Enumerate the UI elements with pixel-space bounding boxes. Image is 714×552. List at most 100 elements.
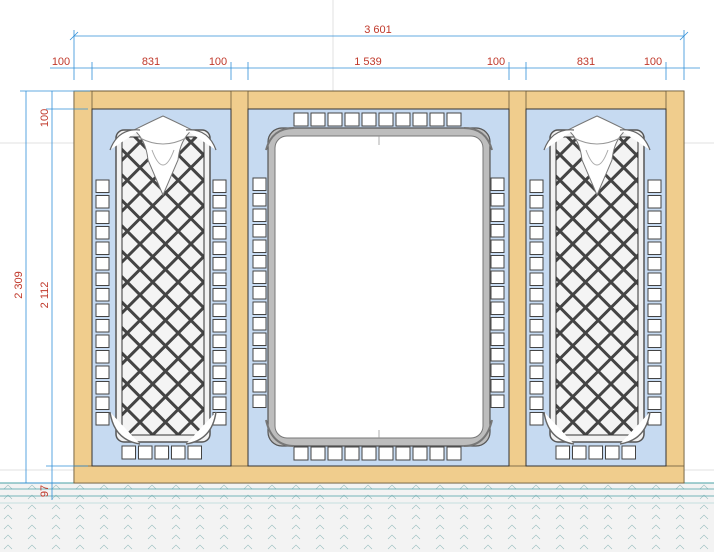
border-tile [647,195,662,209]
border-tile [212,210,227,224]
border-tile [490,177,505,191]
dim-post-2: 100 [209,56,227,68]
border-tile [490,224,505,238]
border-tile [95,319,110,333]
border-tile [647,334,662,348]
border-tile [95,412,110,426]
border-tile [529,179,544,193]
dim-center-panel: 1 539 [354,56,382,68]
border-tile [490,208,505,222]
border-tile [572,445,587,460]
border-tile [95,210,110,224]
dim-left-panel: 831 [142,56,160,68]
dim-post-3: 100 [487,56,505,68]
border-tile [344,112,360,127]
border-tile [212,396,227,410]
border-tile [378,112,394,127]
border-tile [212,288,227,302]
dim-right-post: 100 [644,56,662,68]
border-tile [490,332,505,346]
border-tile [310,112,326,127]
border-tile [529,303,544,317]
border-tile [529,381,544,395]
border-tile [293,112,309,127]
border-tile [95,226,110,240]
border-tile [361,112,377,127]
border-tile [647,303,662,317]
center-mirror [267,127,491,447]
border-tile [529,334,544,348]
border-tile [95,334,110,348]
border-tile [95,195,110,209]
border-tile [95,288,110,302]
border-tile [171,445,186,460]
border-tile [252,286,267,300]
border-tile [446,446,462,461]
border-tile [95,365,110,379]
border-tile [212,303,227,317]
border-tile [95,241,110,255]
border-tile [429,446,445,461]
border-tile [252,301,267,315]
border-tile [252,270,267,284]
border-tile [490,317,505,331]
border-tile [490,394,505,408]
border-tile [95,396,110,410]
border-tile [212,365,227,379]
border-tile [395,112,411,127]
border-tile [529,319,544,333]
border-tile [187,445,202,460]
border-tile [647,179,662,193]
border-tile [529,241,544,255]
border-tile [252,394,267,408]
border-tile [555,445,570,460]
dim-right-panel: 831 [577,56,595,68]
border-tile [252,332,267,346]
dim-total-height: 2 309 [13,271,25,299]
floor-slab [0,482,714,552]
border-tile [310,446,326,461]
border-tile [212,179,227,193]
border-tile [529,226,544,240]
border-tile [95,303,110,317]
border-tile [588,445,603,460]
border-tile [647,319,662,333]
border-tile [490,239,505,253]
border-tile [95,381,110,395]
border-tile [490,379,505,393]
border-tile [252,379,267,393]
border-tile [212,272,227,286]
border-tile [490,348,505,362]
border-tile [647,241,662,255]
border-tile [529,412,544,426]
border-tile [252,224,267,238]
border-tile [647,381,662,395]
elevation-drawing: 3 601 100 831 100 1 539 100 831 100 2 30… [0,0,714,552]
border-tile [212,257,227,271]
border-tile [529,257,544,271]
border-tile [95,272,110,286]
border-tile [212,381,227,395]
border-tile [293,446,309,461]
border-tile [529,396,544,410]
border-tile [490,286,505,300]
border-tile [378,446,394,461]
border-tile [252,317,267,331]
border-tile [252,255,267,269]
border-tile [647,210,662,224]
dim-top-rail: 100 [39,109,51,127]
dim-inner-height: 2 112 [39,282,51,309]
border-tile [212,319,227,333]
border-tile [344,446,360,461]
border-tile [138,445,153,460]
border-tile [252,348,267,362]
border-tile [327,112,343,127]
border-tile [647,226,662,240]
border-tile [252,193,267,207]
border-tile [490,270,505,284]
border-tile [95,350,110,364]
border-tile [647,272,662,286]
border-tile [529,288,544,302]
border-tile [252,208,267,222]
border-tile [121,445,136,460]
